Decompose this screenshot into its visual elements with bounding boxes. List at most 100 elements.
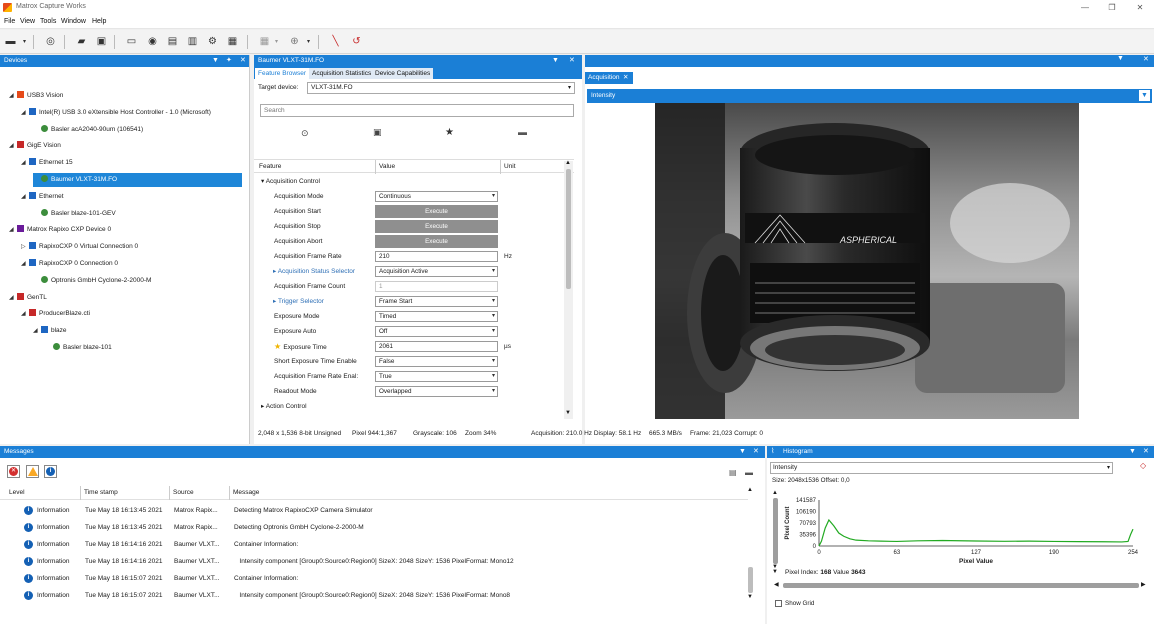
image-viewport[interactable]: ASPHERICAL <box>587 103 1152 421</box>
panel-menu-icon[interactable]: ▼ <box>1129 446 1136 458</box>
histogram-vscroll[interactable]: ▲ ▼ <box>772 490 780 570</box>
view-selector[interactable]: Intensity ▼ <box>587 89 1152 103</box>
column-unit[interactable]: Unit <box>500 160 516 174</box>
close-icon[interactable]: ✕ <box>569 55 575 67</box>
device-tree-item[interactable]: ◢ blaze <box>33 324 67 338</box>
expanded-arrow-icon[interactable]: ◢ <box>9 223 17 237</box>
chevron-down-icon[interactable]: ▼ <box>1139 90 1150 101</box>
message-row[interactable]: i Information Tue May 18 16:13:45 2021 Matr… <box>0 502 756 519</box>
histogram-chart[interactable]: 0 35396 70793 106190 141587 0 63 127 190 254 Pixel… <box>781 496 1151 568</box>
filter-warnings-button[interactable] <box>26 465 39 478</box>
scroll-up-icon[interactable]: ▲ <box>772 490 778 496</box>
feature-value-select[interactable]: Continuous ▾ <box>375 191 498 202</box>
video-icon[interactable]: ▥ <box>186 36 199 48</box>
execute-button[interactable]: Execute <box>375 205 498 218</box>
minimize-button[interactable]: — <box>1071 0 1099 15</box>
collapsed-arrow-icon[interactable]: ▷ <box>21 240 29 254</box>
settings-icon[interactable]: ⚙ <box>206 36 219 48</box>
column-source[interactable]: Source <box>169 486 194 500</box>
scroll-right-icon[interactable]: ▶ <box>1141 581 1146 588</box>
scroll-up-icon[interactable]: ▲ <box>565 160 571 166</box>
device-tree-item[interactable]: ◢ Intel(R) USB 3.0 eXtensible Host Contro… <box>21 106 211 120</box>
device-tree-item[interactable]: ◢ USB3 Vision <box>9 89 63 103</box>
filter-errors-button[interactable]: ✕ <box>7 465 20 478</box>
screen-icon[interactable]: ▦ <box>226 36 239 48</box>
execute-button[interactable]: Execute <box>375 220 498 233</box>
trash-icon[interactable]: ▬ <box>518 127 527 137</box>
feature-search-input[interactable] <box>260 104 574 117</box>
column-feature[interactable]: Feature <box>259 160 281 174</box>
scrollbar-thumb[interactable] <box>783 583 1139 588</box>
tab-acquisition[interactable]: Acquisition ✕ <box>585 72 633 84</box>
feature-value-select[interactable]: Acquisition Active ▾ <box>375 266 498 277</box>
scrollbar-thumb[interactable] <box>773 498 778 564</box>
chevron-down-icon[interactable]: ▾ <box>302 36 315 48</box>
message-row[interactable]: i Information Tue May 18 16:13:45 2021 Matr… <box>0 519 756 536</box>
rotate-icon[interactable]: ↺ <box>350 36 363 48</box>
tab-feature-browser[interactable]: Feature Browser <box>255 68 310 79</box>
show-grid-checkbox[interactable] <box>775 600 782 607</box>
save-icon[interactable]: ▣ <box>95 36 108 48</box>
camera-icon[interactable]: ▬ <box>4 36 17 48</box>
device-tree-item[interactable]: Basler blaze-101 <box>45 341 112 355</box>
message-row[interactable]: i Information Tue May 18 16:15:07 2021 Baum… <box>0 587 756 604</box>
scrollbar-thumb[interactable] <box>566 169 571 289</box>
device-tree-item[interactable]: ◢ Matrox Rapixo CXP Device 0 <box>9 223 111 237</box>
histogram-component-select[interactable]: Intensity ▾ <box>770 462 1113 474</box>
device-tree-item[interactable]: Basler blaze-101-GEV <box>33 207 116 221</box>
expanded-arrow-icon[interactable]: ◢ <box>21 190 29 204</box>
feature-value-select[interactable]: Timed ▾ <box>375 311 498 322</box>
feature-value-select[interactable]: True ▾ <box>375 371 498 382</box>
star-icon[interactable]: ★ <box>445 127 454 138</box>
column-message[interactable]: Message <box>229 486 259 500</box>
menu-view[interactable]: View <box>20 18 35 25</box>
panel-menu-icon[interactable]: ▼ <box>1117 55 1124 62</box>
tab-acquisition-statistics[interactable]: Acquisition Statistics <box>309 68 375 79</box>
feature-scrollbar[interactable]: ▲ ▼ <box>564 160 573 419</box>
close-icon[interactable]: ✕ <box>240 55 246 67</box>
expanded-arrow-icon[interactable]: ◢ <box>21 307 29 321</box>
trash-icon[interactable]: ▬ <box>745 468 753 477</box>
feature-value-select[interactable]: Frame Start ▾ <box>375 296 498 307</box>
execute-button[interactable]: Execute <box>375 235 498 248</box>
feature-value-input[interactable]: 210 <box>375 251 498 262</box>
folder-icon[interactable]: ▰ <box>75 36 88 48</box>
close-icon[interactable]: ✕ <box>1143 55 1149 63</box>
menu-window[interactable]: Window <box>61 18 86 25</box>
panel-menu-icon[interactable]: ▼ <box>212 55 219 67</box>
feature-value-select[interactable]: False ▾ <box>375 356 498 367</box>
device-tree-item[interactable]: ◢ RapixoCXP 0 Connection 0 <box>21 257 118 271</box>
feature-name[interactable]: ▸ Trigger Selector <box>273 294 324 309</box>
chevron-down-icon[interactable]: ▾ <box>18 36 31 48</box>
filter-info-button[interactable]: i <box>44 465 57 478</box>
feature-name[interactable]: ▸ Action Control <box>261 399 307 414</box>
feature-name[interactable]: ▾ Acquisition Control <box>261 174 320 189</box>
message-row[interactable]: i Information Tue May 18 16:14:16 2021 Baum… <box>0 553 756 570</box>
feature-value-select[interactable]: Overlapped ▾ <box>375 386 498 397</box>
expanded-arrow-icon[interactable]: ◢ <box>21 257 29 271</box>
expanded-arrow-icon[interactable]: ◢ <box>9 89 17 103</box>
device-tree-item[interactable]: Basler acA2040-90um (106541) <box>33 123 143 137</box>
save-icon[interactable]: ▣ <box>373 127 382 138</box>
scroll-down-icon[interactable]: ▼ <box>747 594 753 600</box>
scroll-up-icon[interactable]: ▲ <box>747 487 753 493</box>
panel-menu-icon[interactable]: ▼ <box>739 446 746 458</box>
target-icon[interactable]: ⊕ <box>288 36 301 48</box>
tab-device-capabilities[interactable]: Device Capabilities <box>372 68 434 79</box>
menu-help[interactable]: Help <box>92 18 106 25</box>
histogram-hscroll[interactable]: ◀ ▶ <box>774 581 1148 590</box>
scroll-left-icon[interactable]: ◀ <box>774 581 779 588</box>
stop-icon[interactable]: ◉ <box>146 36 159 48</box>
collapse-icon[interactable]: ▼ <box>772 569 778 575</box>
chevron-down-icon[interactable]: ▾ <box>270 36 283 48</box>
expanded-arrow-icon[interactable]: ◢ <box>9 291 17 305</box>
feature-name[interactable]: ▸ Acquisition Status Selector <box>273 264 355 279</box>
device-tree-item[interactable]: ◢ GigE Vision <box>9 139 61 153</box>
expanded-arrow-icon[interactable]: ◢ <box>9 139 17 153</box>
pin-icon[interactable]: ✦ <box>226 55 232 67</box>
feature-value-input[interactable]: 1 <box>375 281 498 292</box>
clear-icon[interactable]: ◇ <box>1140 461 1146 470</box>
messages-scrollbar[interactable]: ▲ ▼ <box>747 487 755 601</box>
device-tree-item[interactable]: ◢ Ethernet 15 <box>21 156 73 170</box>
menu-file[interactable]: File <box>4 18 15 25</box>
